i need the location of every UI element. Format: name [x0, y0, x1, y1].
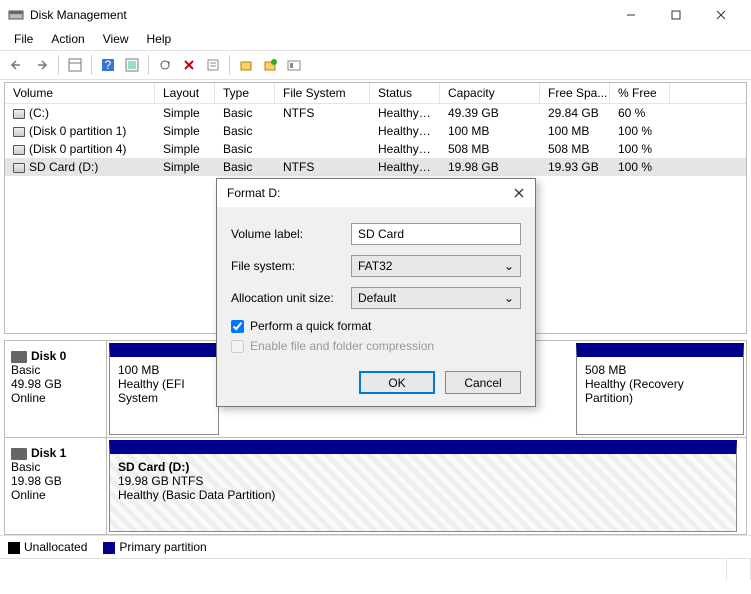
partition[interactable]: 508 MBHealthy (Recovery Partition)	[576, 343, 744, 435]
window-title: Disk Management	[30, 8, 608, 22]
action3-icon[interactable]	[282, 53, 306, 77]
dialog-title: Format D:	[227, 186, 513, 200]
volume-icon	[13, 127, 25, 137]
forward-icon[interactable]	[30, 53, 54, 77]
dialog-close-icon[interactable]	[513, 187, 525, 199]
menu-file[interactable]: File	[6, 30, 41, 50]
col-type[interactable]: Type	[215, 83, 275, 103]
col-layout[interactable]: Layout	[155, 83, 215, 103]
ok-button[interactable]: OK	[359, 371, 435, 394]
col-capacity[interactable]: Capacity	[440, 83, 540, 103]
menu-view[interactable]: View	[95, 30, 137, 50]
chevron-down-icon: ⌄	[504, 291, 514, 305]
status-bar	[0, 558, 751, 580]
menu-action[interactable]: Action	[43, 30, 92, 50]
legend: Unallocated Primary partition	[0, 535, 751, 558]
legend-unallocated: Unallocated	[8, 540, 87, 554]
format-dialog: Format D: Volume label: File system: FAT…	[216, 178, 536, 407]
partition[interactable]: 100 MBHealthy (EFI System	[109, 343, 219, 435]
col-volume[interactable]: Volume	[5, 83, 155, 103]
label-filesystem: File system:	[231, 259, 351, 273]
delete-icon[interactable]	[177, 53, 201, 77]
volume-label-input[interactable]	[351, 223, 521, 245]
properties-icon[interactable]	[201, 53, 225, 77]
label-volume: Volume label:	[231, 227, 351, 241]
volume-row[interactable]: (C:)SimpleBasicNTFSHealthy (B...49.39 GB…	[5, 104, 746, 122]
volume-icon	[13, 145, 25, 155]
toolbar: ?	[0, 50, 751, 80]
maximize-button[interactable]	[653, 0, 698, 30]
volume-icon	[13, 109, 25, 119]
app-icon	[8, 7, 24, 23]
menu-help[interactable]: Help	[139, 30, 180, 50]
disk-icon	[11, 448, 27, 460]
disk-row: Disk 1Basic19.98 GBOnlineSD Card (D:)19.…	[5, 438, 746, 535]
legend-primary: Primary partition	[103, 540, 206, 554]
close-button[interactable]	[698, 0, 743, 30]
title-bar: Disk Management	[0, 0, 751, 30]
minimize-button[interactable]	[608, 0, 653, 30]
show-hide-icon[interactable]	[63, 53, 87, 77]
compression-checkbox: Enable file and folder compression	[231, 339, 521, 353]
volume-list-header: Volume Layout Type File System Status Ca…	[5, 83, 746, 104]
allocation-dropdown[interactable]: Default⌄	[351, 287, 521, 309]
quick-format-checkbox[interactable]: Perform a quick format	[231, 319, 521, 333]
svg-text:?: ?	[105, 58, 112, 72]
refresh-icon[interactable]	[153, 53, 177, 77]
volume-icon	[13, 163, 25, 173]
help-icon[interactable]: ?	[96, 53, 120, 77]
settings-icon[interactable]	[120, 53, 144, 77]
label-allocation: Allocation unit size:	[231, 291, 351, 305]
col-fs[interactable]: File System	[275, 83, 370, 103]
action2-icon[interactable]	[258, 53, 282, 77]
cancel-button[interactable]: Cancel	[445, 371, 521, 394]
disk-label[interactable]: Disk 0Basic49.98 GBOnline	[5, 341, 107, 437]
menu-bar: File Action View Help	[0, 30, 751, 50]
disk-icon	[11, 351, 27, 363]
back-icon[interactable]	[6, 53, 30, 77]
volume-row[interactable]: SD Card (D:)SimpleBasicNTFSHealthy (B...…	[5, 158, 746, 176]
chevron-down-icon: ⌄	[504, 259, 514, 273]
col-status[interactable]: Status	[370, 83, 440, 103]
volume-row[interactable]: (Disk 0 partition 4)SimpleBasicHealthy (…	[5, 140, 746, 158]
volume-row[interactable]: (Disk 0 partition 1)SimpleBasicHealthy (…	[5, 122, 746, 140]
partition[interactable]: SD Card (D:)19.98 GB NTFSHealthy (Basic …	[109, 440, 737, 532]
action1-icon[interactable]	[234, 53, 258, 77]
col-pct[interactable]: % Free	[610, 83, 670, 103]
dialog-titlebar: Format D:	[217, 179, 535, 207]
col-free[interactable]: Free Spa...	[540, 83, 610, 103]
filesystem-dropdown[interactable]: FAT32⌄	[351, 255, 521, 277]
disk-label[interactable]: Disk 1Basic19.98 GBOnline	[5, 438, 107, 534]
